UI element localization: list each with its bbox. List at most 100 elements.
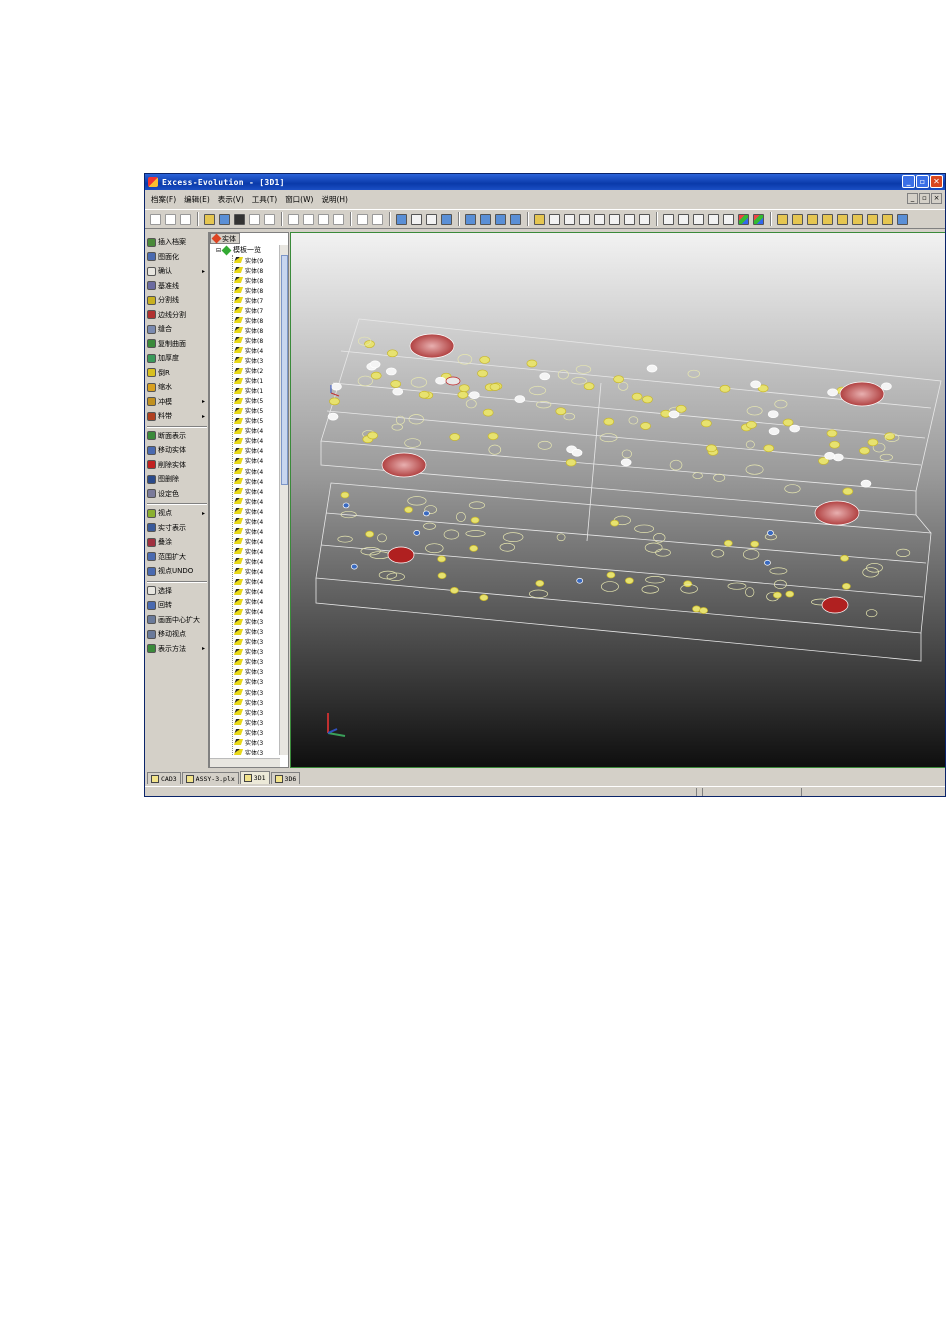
tree-item[interactable]: 实体(3 xyxy=(233,717,276,727)
mold-tool-4-icon[interactable] xyxy=(822,213,833,225)
tree-item[interactable]: 实体(4 xyxy=(233,556,276,566)
save-icon[interactable] xyxy=(234,213,245,225)
command-item[interactable]: 确认 ▸ xyxy=(147,265,207,277)
color-icon[interactable] xyxy=(738,213,749,225)
cone-icon[interactable] xyxy=(426,213,437,225)
delete-icon[interactable] xyxy=(333,213,344,225)
mold-tool-1-icon[interactable] xyxy=(777,213,788,225)
command-item[interactable]: 范围扩大 xyxy=(147,551,207,563)
tree-item[interactable]: 实体(4 xyxy=(233,536,276,546)
tree-scroll-thumb[interactable] xyxy=(281,255,288,485)
tree-item[interactable]: 实体(8 xyxy=(233,325,276,335)
command-item[interactable]: 基准线 xyxy=(147,280,207,292)
tree-item[interactable]: 实体(4 xyxy=(233,597,276,607)
tree-item[interactable]: 实体(3 xyxy=(233,747,276,755)
doc-restore-icon[interactable]: ▫ xyxy=(919,193,930,204)
tree-item[interactable]: 实体(4 xyxy=(233,476,276,486)
tree-item[interactable]: 实体(5 xyxy=(233,416,276,426)
open-folder-icon[interactable] xyxy=(204,213,215,225)
tree-vertical-scrollbar[interactable] xyxy=(279,245,288,755)
tree-item[interactable]: 实体(4 xyxy=(233,587,276,597)
tree-item[interactable]: 实体(4 xyxy=(233,526,276,536)
tree-item[interactable]: 实体(1 xyxy=(233,386,276,396)
command-item[interactable]: 移动视点 xyxy=(147,628,207,640)
view-zoom-all-icon[interactable] xyxy=(510,213,521,225)
tree-item[interactable]: 实体(8 xyxy=(233,315,276,325)
hourglass-icon[interactable] xyxy=(708,213,719,225)
copy-icon[interactable] xyxy=(303,213,314,225)
tree-item[interactable]: 实体(3 xyxy=(233,647,276,657)
tree-item[interactable]: 实体(3 xyxy=(233,627,276,637)
document-tab[interactable]: CAD3 xyxy=(147,772,181,784)
document-tab[interactable]: 3D6 xyxy=(270,772,301,784)
menu-tools[interactable]: 工具(T) xyxy=(252,194,277,205)
mold-tool-3-icon[interactable] xyxy=(807,213,818,225)
mold-tool-7-icon[interactable] xyxy=(867,213,878,225)
tree-item[interactable]: 实体(4 xyxy=(233,426,276,436)
cube-top-icon[interactable] xyxy=(549,213,560,225)
print-preview-icon[interactable] xyxy=(264,213,275,225)
doc-minimize-icon[interactable]: _ xyxy=(907,193,918,204)
mold-tool-2-icon[interactable] xyxy=(792,213,803,225)
command-item[interactable]: 设定色 xyxy=(147,488,207,500)
mold-tool-8-icon[interactable] xyxy=(882,213,893,225)
tree-item[interactable]: 实体(4 xyxy=(233,566,276,576)
tree-item[interactable]: 实体(3 xyxy=(233,637,276,647)
tree-item[interactable]: 实体(4 xyxy=(233,466,276,476)
command-item[interactable]: 实寸表示 xyxy=(147,522,207,534)
command-item[interactable]: 削除实体 xyxy=(147,459,207,471)
command-item[interactable]: 选择 xyxy=(147,585,207,597)
tree-item[interactable]: 实体(3 xyxy=(233,355,276,365)
cube-left-icon[interactable] xyxy=(579,213,590,225)
menu-edit[interactable]: 编辑(E) xyxy=(184,194,210,205)
tree-item[interactable]: 实体(3 xyxy=(233,617,276,627)
tree-item[interactable]: 实体(4 xyxy=(233,496,276,506)
command-item[interactable]: 加厚度 xyxy=(147,352,207,364)
tree-item[interactable]: 实体(7 xyxy=(233,305,276,315)
minimize-icon[interactable]: _ xyxy=(902,175,915,188)
tree-item[interactable]: 实体(3 xyxy=(233,667,276,677)
tree-item[interactable]: 实体(7 xyxy=(233,295,276,305)
command-item[interactable]: 倒R xyxy=(147,367,207,379)
menu-window[interactable]: 窗口(W) xyxy=(285,194,313,205)
command-item[interactable]: 视点UNDO xyxy=(147,565,207,577)
command-item[interactable]: 画面中心扩大 xyxy=(147,614,207,626)
tree-item[interactable]: 实体(3 xyxy=(233,687,276,697)
tree-item[interactable]: 实体(9 xyxy=(233,255,276,265)
cube-bottom-icon[interactable] xyxy=(564,213,575,225)
tree-item[interactable]: 实体(3 xyxy=(233,727,276,737)
cube-back-icon[interactable] xyxy=(624,213,635,225)
command-item[interactable]: 料带 ▸ xyxy=(147,410,207,422)
tree-horizontal-scrollbar[interactable] xyxy=(210,758,280,767)
tree-item[interactable]: 实体(4 xyxy=(233,506,276,516)
command-item[interactable]: 视点 ▸ xyxy=(147,507,207,519)
command-item[interactable]: 断面表示 xyxy=(147,430,207,442)
command-item[interactable]: 缩水 xyxy=(147,381,207,393)
command-item[interactable]: 移动实体 xyxy=(147,444,207,456)
title-bar[interactable]: Excess-Evolution - [3D1] _ ▫ ✕ xyxy=(145,174,945,190)
view-zoom-window-icon[interactable] xyxy=(495,213,506,225)
open-model-icon[interactable] xyxy=(219,213,230,225)
tree-item[interactable]: 实体(8 xyxy=(233,335,276,345)
3d-viewport[interactable] xyxy=(290,232,945,768)
menu-help[interactable]: 说明(H) xyxy=(321,194,348,205)
palette-icon[interactable] xyxy=(753,213,764,225)
tree-item[interactable]: 实体(4 xyxy=(233,436,276,446)
tree-item[interactable]: 实体(5 xyxy=(233,406,276,416)
tree-item[interactable]: 实体(4 xyxy=(233,446,276,456)
tree-item[interactable]: 实体(4 xyxy=(233,456,276,466)
mold-tool-6-icon[interactable] xyxy=(852,213,863,225)
view-front-icon[interactable] xyxy=(465,213,476,225)
cut-icon[interactable] xyxy=(288,213,299,225)
tree-item[interactable]: 实体(4 xyxy=(233,577,276,587)
command-item[interactable]: 插入档案 xyxy=(147,236,207,248)
zoom-icon[interactable] xyxy=(723,213,734,225)
menu-file[interactable]: 档案(F) xyxy=(151,194,176,205)
command-item[interactable]: 复制曲面 xyxy=(147,338,207,350)
tree-item[interactable]: 实体(4 xyxy=(233,546,276,556)
command-item[interactable]: 分割线 xyxy=(147,294,207,306)
document-tab[interactable]: ASSY-3.plx xyxy=(181,772,239,784)
cube-front-icon[interactable] xyxy=(609,213,620,225)
command-item[interactable]: 图删除 xyxy=(147,473,207,485)
mold-tool-9-icon[interactable] xyxy=(897,213,908,225)
